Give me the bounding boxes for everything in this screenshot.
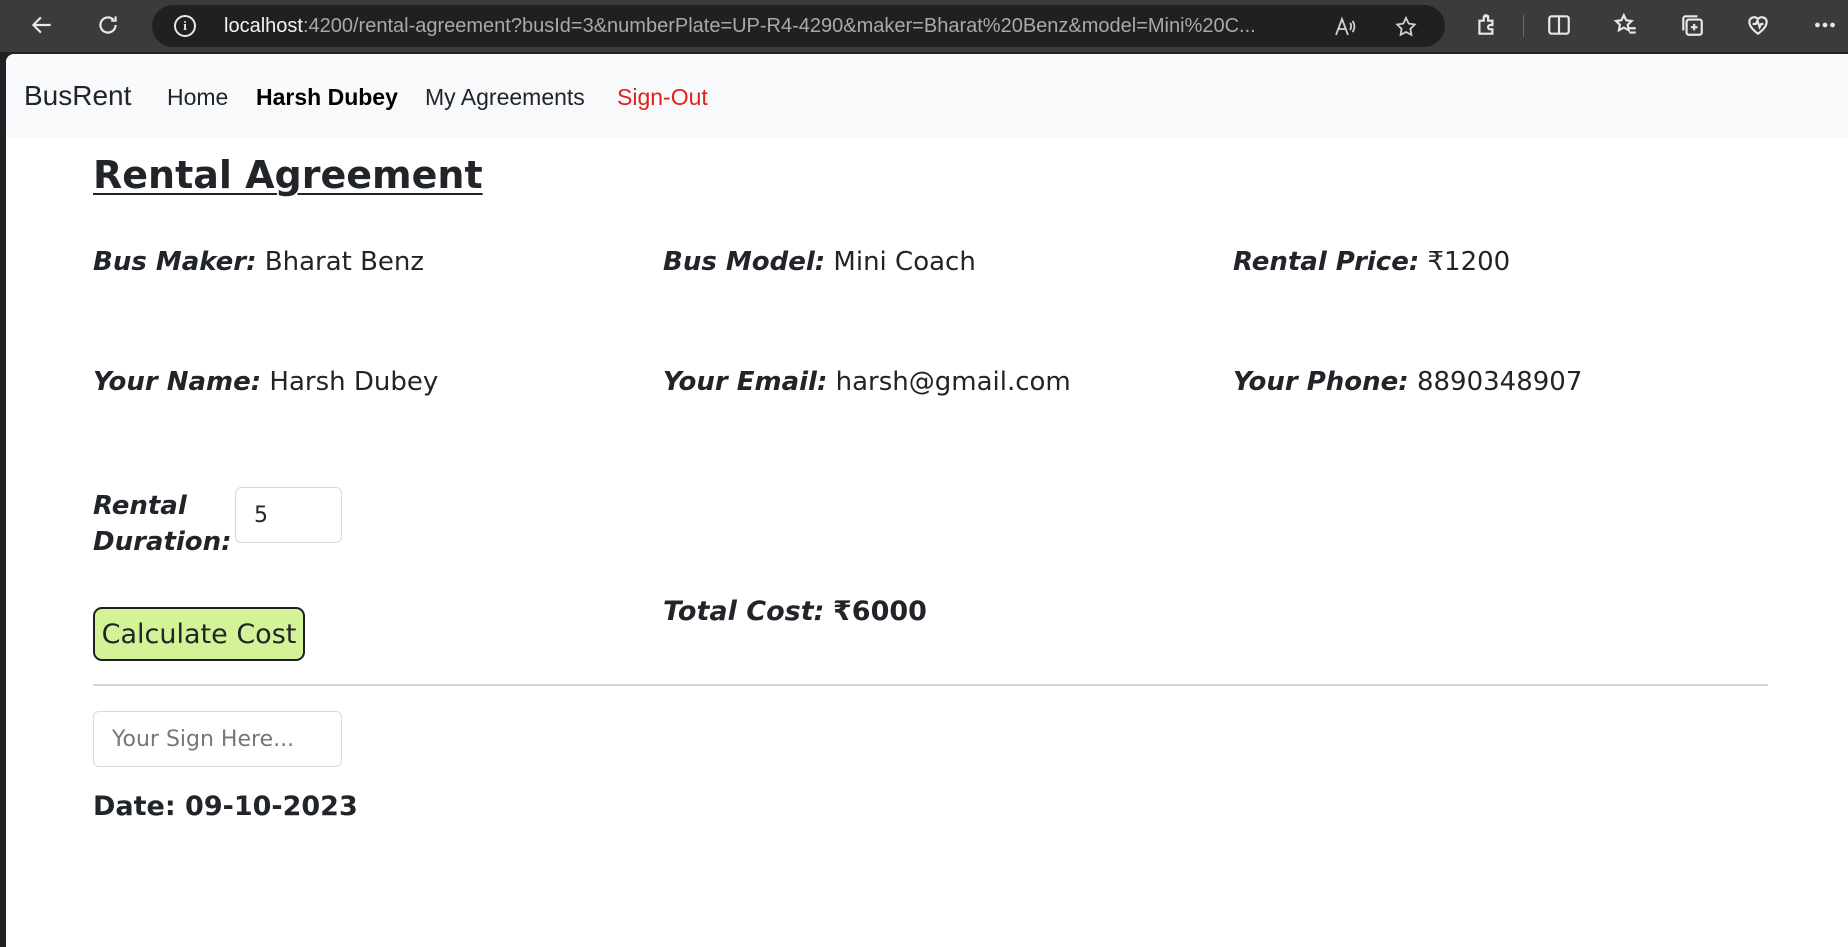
rental-price-field: Rental Price: ₹1200 [1233, 247, 1510, 277]
total-cost-value: ₹6000 [833, 596, 927, 627]
brand-link[interactable]: BusRent [24, 80, 131, 112]
nav-home-link[interactable]: Home [167, 84, 228, 111]
rental-price-label: Rental Price: [1233, 247, 1420, 277]
bus-model-label: Bus Model: [663, 247, 826, 277]
nav-sign-out-link[interactable]: Sign-Out [617, 84, 708, 111]
calculate-cost-button[interactable]: Calculate Cost [93, 607, 305, 661]
page-viewport: BusRent Home Harsh Dubey My Agreements S… [6, 54, 1848, 947]
back-arrow-icon[interactable] [25, 8, 59, 42]
name-value: Harsh Dubey [269, 367, 439, 397]
agreement-date: Date: 09-10-2023 [93, 791, 358, 822]
refresh-icon[interactable] [91, 8, 125, 42]
bus-maker-value: Bharat Benz [264, 247, 425, 277]
phone-label: Your Phone: [1233, 367, 1409, 397]
browser-essentials-icon[interactable] [1741, 8, 1775, 42]
address-bar[interactable]: i localhost:4200/rental-agreement?busId=… [152, 5, 1445, 47]
info-icon[interactable]: i [174, 15, 196, 37]
rental-price-value: ₹1200 [1427, 247, 1511, 277]
url-host: localhost [224, 15, 303, 37]
collections-icon[interactable] [1675, 8, 1709, 42]
read-aloud-icon[interactable] [1330, 12, 1360, 42]
url-text[interactable]: localhost:4200/rental-agreement?busId=3&… [224, 15, 1314, 38]
phone-value: 8890348907 [1416, 367, 1583, 397]
rental-duration-label: Rental Duration: [93, 491, 232, 557]
email-value: harsh@gmail.com [835, 367, 1071, 397]
extensions-icon[interactable] [1470, 8, 1504, 42]
bus-maker-label: Bus Maker: [93, 247, 257, 277]
phone-field: Your Phone: 8890348907 [1233, 367, 1582, 397]
name-field: Your Name: Harsh Dubey [93, 367, 438, 397]
split-screen-icon[interactable] [1542, 8, 1576, 42]
divider [93, 684, 1768, 686]
nav-my-agreements-link[interactable]: My Agreements [425, 84, 585, 111]
url-path: :4200/rental-agreement?busId=3&numberPla… [302, 15, 1256, 37]
navbar: BusRent Home Harsh Dubey My Agreements S… [6, 54, 1848, 138]
bus-model-value: Mini Coach [833, 247, 976, 277]
bus-model-field: Bus Model: Mini Coach [663, 247, 976, 277]
toolbar-divider [1523, 15, 1524, 37]
browser-toolbar: i localhost:4200/rental-agreement?busId=… [0, 0, 1848, 52]
total-cost-field: Total Cost: ₹6000 [663, 596, 927, 627]
favorites-icon[interactable] [1609, 8, 1643, 42]
more-icon[interactable] [1808, 8, 1842, 42]
signature-input[interactable] [93, 711, 342, 767]
total-cost-label: Total Cost: [663, 596, 825, 627]
nav-user-name[interactable]: Harsh Dubey [256, 84, 398, 111]
favorite-star-icon[interactable] [1391, 12, 1421, 42]
bus-maker-field: Bus Maker: Bharat Benz [93, 247, 424, 277]
page-title: Rental Agreement [93, 153, 483, 197]
name-label: Your Name: [93, 367, 262, 397]
email-field: Your Email: harsh@gmail.com [663, 367, 1071, 397]
rental-duration-input[interactable] [235, 487, 342, 543]
email-label: Your Email: [663, 367, 828, 397]
